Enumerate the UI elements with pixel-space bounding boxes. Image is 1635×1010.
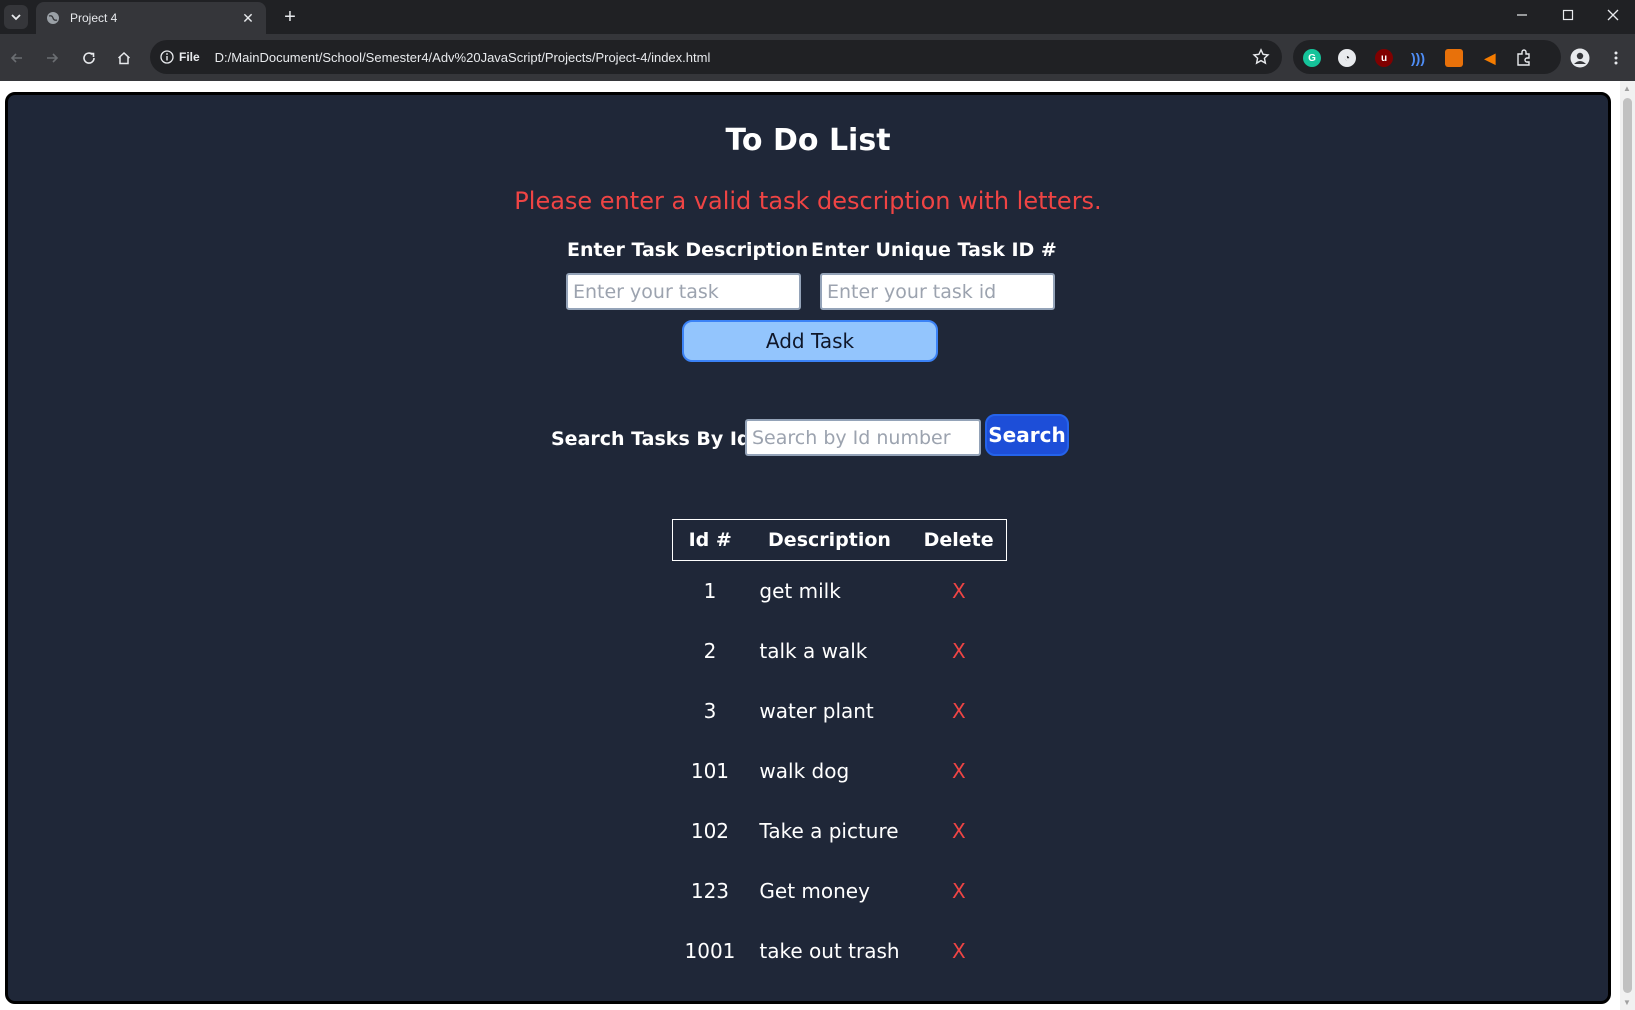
- task-id-cell: 1: [703, 578, 717, 603]
- page-scrollbar[interactable]: ▲ ▼: [1620, 81, 1635, 1010]
- table-row: 1001 take out trash X: [673, 921, 1007, 981]
- search-label: Search Tasks By Id #: [551, 428, 774, 450]
- task-id-cell: 102: [690, 818, 730, 843]
- extensions-icon[interactable]: [1515, 49, 1533, 67]
- task-table: Id # Description Delete 1 get milk X 2 t…: [672, 519, 1007, 981]
- media-icon[interactable]: ◀: [1481, 49, 1499, 67]
- delete-task-button[interactable]: X: [912, 801, 1007, 861]
- maximize-icon[interactable]: [1545, 0, 1591, 30]
- page-viewport: To Do List Please enter a valid task des…: [0, 81, 1635, 1010]
- task-description-label: Enter Task Description: [567, 239, 809, 261]
- task-description-cell: Get money: [759, 878, 870, 903]
- tab-title: Project 4: [70, 11, 118, 25]
- add-task-button[interactable]: Add Task: [682, 320, 938, 362]
- task-id-cell: 2: [703, 638, 717, 663]
- delete-task-button[interactable]: X: [912, 861, 1007, 921]
- delete-task-button[interactable]: X: [912, 681, 1007, 741]
- task-id-label: Enter Unique Task ID #: [811, 239, 1057, 261]
- tab-counter-icon[interactable]: [1445, 49, 1463, 67]
- browser-tab[interactable]: Project 4 ✕: [36, 2, 266, 34]
- header-delete: Delete: [923, 529, 994, 551]
- scroll-up-icon[interactable]: ▲: [1623, 84, 1631, 93]
- speed-icon[interactable]: ◔: [1338, 49, 1356, 67]
- search-input[interactable]: [745, 419, 981, 456]
- info-icon: [160, 50, 174, 64]
- task-id-cell: 1001: [684, 938, 736, 963]
- task-id-cell: 123: [690, 878, 730, 903]
- delete-task-button[interactable]: X: [912, 561, 1007, 621]
- table-row: 101 walk dog X: [673, 741, 1007, 801]
- table-header-row: Id # Description Delete: [672, 519, 1007, 561]
- table-row: 102 Take a picture X: [673, 801, 1007, 861]
- back-icon[interactable]: [3, 44, 31, 72]
- address-bar[interactable]: File D:/MainDocument/School/Semester4/Ad…: [150, 40, 1282, 74]
- table-row: 1 get milk X: [673, 561, 1007, 621]
- task-description-cell: talk a walk: [759, 638, 868, 663]
- close-icon[interactable]: [1591, 0, 1635, 30]
- site-info-chip[interactable]: File: [160, 50, 200, 64]
- table-row: 123 Get money X: [673, 861, 1007, 921]
- table-row: 2 talk a walk X: [673, 621, 1007, 681]
- task-description-cell: water plant: [759, 698, 874, 723]
- star-icon[interactable]: [1252, 48, 1270, 66]
- task-description-cell: walk dog: [759, 758, 850, 783]
- browser-toolbar: File D:/MainDocument/School/Semester4/Ad…: [0, 34, 1635, 102]
- address-scheme: File: [179, 50, 200, 64]
- tab-strip: Project 4 ✕ +: [0, 0, 1635, 34]
- task-id-input[interactable]: [820, 273, 1055, 310]
- ublock-icon[interactable]: u: [1375, 49, 1393, 67]
- globe-favicon-icon: [47, 12, 59, 24]
- forward-icon[interactable]: [38, 44, 66, 72]
- delete-task-button[interactable]: X: [912, 741, 1007, 801]
- validation-error-message: Please enter a valid task description wi…: [514, 187, 1102, 215]
- address-url[interactable]: D:/MainDocument/School/Semester4/Adv%20J…: [215, 50, 711, 65]
- minimize-icon[interactable]: [1499, 0, 1545, 30]
- todo-app-container: To Do List Please enter a valid task des…: [5, 92, 1611, 1004]
- scrollbar-thumb[interactable]: [1623, 98, 1632, 993]
- table-row: 3 water plant X: [673, 681, 1007, 741]
- delete-task-button[interactable]: X: [912, 621, 1007, 681]
- header-id: Id #: [688, 529, 732, 551]
- reload-icon[interactable]: [75, 44, 103, 72]
- home-icon[interactable]: [110, 44, 138, 72]
- task-description-cell: Take a picture: [759, 818, 899, 843]
- page-title: To Do List: [725, 123, 891, 158]
- task-id-cell: 101: [690, 758, 730, 783]
- header-description: Description: [768, 529, 891, 551]
- extensions-area: G ◔ u ))) ◀: [1293, 40, 1561, 74]
- task-description-cell: take out trash: [759, 938, 900, 963]
- new-tab-button[interactable]: +: [276, 3, 304, 31]
- tab-list-icon[interactable]: [4, 5, 28, 29]
- audio-icon[interactable]: ))): [1409, 49, 1427, 67]
- grammarly-icon[interactable]: G: [1303, 49, 1321, 67]
- tab-close-icon[interactable]: ✕: [240, 10, 256, 27]
- task-description-input[interactable]: [566, 273, 801, 310]
- task-id-cell: 3: [703, 698, 717, 723]
- task-description-cell: get milk: [759, 578, 841, 603]
- profile-icon[interactable]: [1566, 44, 1594, 72]
- search-button[interactable]: Search: [985, 414, 1069, 456]
- menu-icon[interactable]: [1602, 44, 1630, 72]
- delete-task-button[interactable]: X: [912, 921, 1007, 981]
- scroll-down-icon[interactable]: ▼: [1623, 998, 1631, 1007]
